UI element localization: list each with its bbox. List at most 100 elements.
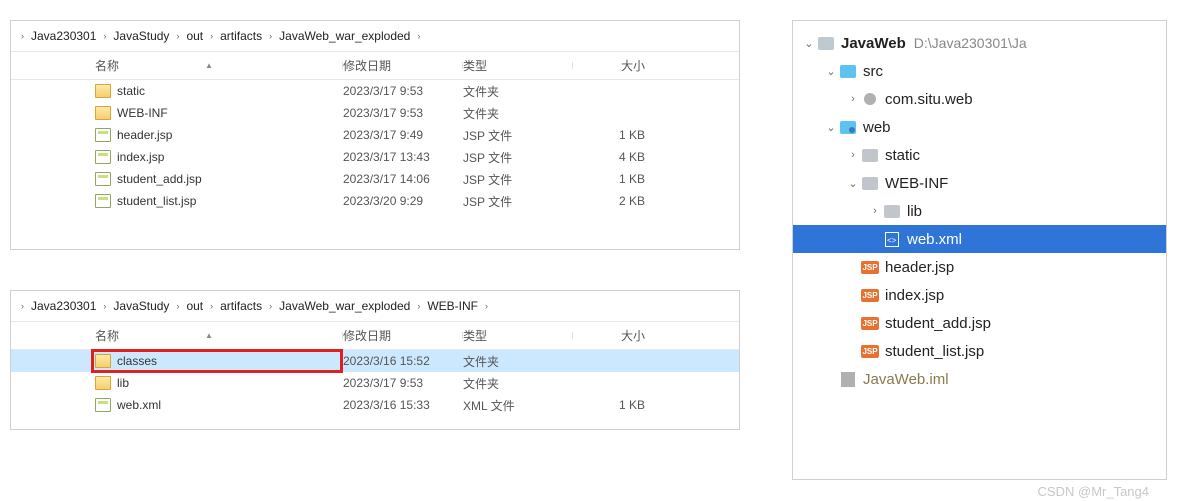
file-size: 2 KB xyxy=(573,194,653,208)
breadcrumb-item[interactable]: Java230301 xyxy=(27,27,100,45)
chevron-right-icon: › xyxy=(176,301,179,311)
chevron-right-icon: › xyxy=(176,31,179,41)
tree-node[interactable]: › com.situ.web xyxy=(793,85,1166,113)
table-row[interactable]: web.xml2023/3/16 15:33XML 文件1 KB xyxy=(11,394,739,416)
file-type: JSP 文件 xyxy=(463,171,573,188)
chevron-right-icon: › xyxy=(21,301,24,311)
column-header-name[interactable]: 名称▲ xyxy=(95,327,343,344)
tree-node-label: static xyxy=(885,147,920,164)
pkg-icon xyxy=(861,91,879,107)
folder-icon xyxy=(95,84,111,98)
column-header-size[interactable]: 大小 xyxy=(573,57,653,74)
file-date: 2023/3/16 15:52 xyxy=(343,354,463,368)
breadcrumb-item[interactable]: WEB-INF xyxy=(423,297,482,315)
module-icon xyxy=(817,35,835,51)
tree-node-label: com.situ.web xyxy=(885,91,973,108)
tree-node[interactable]: ›lib xyxy=(793,197,1166,225)
breadcrumb-item[interactable]: JavaStudy xyxy=(109,297,173,315)
breadcrumb[interactable]: ›Java230301›JavaStudy›out›artifacts›Java… xyxy=(11,21,739,52)
chevron-right-icon[interactable]: › xyxy=(867,205,883,217)
chevron-right-icon[interactable]: › xyxy=(845,149,861,161)
breadcrumb[interactable]: ›Java230301›JavaStudy›out›artifacts›Java… xyxy=(11,291,739,322)
folder-icon xyxy=(95,354,111,368)
file-date: 2023/3/16 15:33 xyxy=(343,398,463,412)
column-header-size[interactable]: 大小 xyxy=(573,327,653,344)
jsp-icon xyxy=(95,128,111,142)
tree-node[interactable]: ⌄web xyxy=(793,113,1166,141)
file-type: 文件夹 xyxy=(463,105,573,122)
file-name: classes xyxy=(117,354,157,368)
chevron-right-icon: › xyxy=(269,31,272,41)
chevron-right-icon: › xyxy=(269,301,272,311)
file-name: student_list.jsp xyxy=(117,194,196,208)
file-type: JSP 文件 xyxy=(463,127,573,144)
breadcrumb-item[interactable]: Java230301 xyxy=(27,297,100,315)
table-row[interactable]: lib2023/3/17 9:53文件夹 xyxy=(11,372,739,394)
breadcrumb-item[interactable]: artifacts xyxy=(216,297,266,315)
tree-node-label: index.jsp xyxy=(885,287,944,304)
ide-project-tree: ⌄JavaWebD:\Java230301\Ja⌄src›com.situ.we… xyxy=(792,20,1167,480)
tree-node[interactable]: JSPheader.jsp xyxy=(793,253,1166,281)
column-header-type[interactable]: 类型 xyxy=(463,57,573,74)
tree-node[interactable]: › static xyxy=(793,141,1166,169)
file-date: 2023/3/17 9:53 xyxy=(343,376,463,390)
tree-node-label: JavaWeb xyxy=(841,35,906,52)
watermark-text: CSDN @Mr_Tang4 xyxy=(1038,484,1149,499)
chevron-right-icon: › xyxy=(417,31,420,41)
tree-node-label: student_list.jsp xyxy=(885,343,984,360)
table-row[interactable]: WEB-INF2023/3/17 9:53文件夹 xyxy=(11,102,739,124)
sort-indicator-icon: ▲ xyxy=(205,61,213,70)
tree-node[interactable]: JSPstudent_add.jsp xyxy=(793,309,1166,337)
table-row[interactable]: index.jsp2023/3/17 13:43JSP 文件4 KB xyxy=(11,146,739,168)
file-date: 2023/3/17 9:49 xyxy=(343,128,463,142)
tree-node[interactable]: JSPindex.jsp xyxy=(793,281,1166,309)
file-type: JSP 文件 xyxy=(463,193,573,210)
chevron-right-icon: › xyxy=(417,301,420,311)
chevron-down-icon[interactable]: ⌄ xyxy=(845,177,861,190)
jspf-icon: JSP xyxy=(861,343,879,359)
chevron-right-icon[interactable]: › xyxy=(845,93,861,105)
file-type: JSP 文件 xyxy=(463,149,573,166)
chevron-right-icon: › xyxy=(21,31,24,41)
table-header[interactable]: 名称▲ 修改日期 类型 大小 xyxy=(11,52,739,80)
tree-node-path: D:\Java230301\Ja xyxy=(914,35,1027,51)
breadcrumb-item[interactable]: JavaWeb_war_exploded xyxy=(275,297,414,315)
tree-node[interactable]: ⌄src xyxy=(793,57,1166,85)
chevron-down-icon[interactable]: ⌄ xyxy=(823,65,839,78)
dir-icon xyxy=(861,147,879,163)
xml-icon xyxy=(95,398,111,412)
xmlf-icon xyxy=(883,231,901,247)
table-row[interactable]: student_list.jsp2023/3/20 9:29JSP 文件2 KB xyxy=(11,190,739,212)
table-row[interactable]: student_add.jsp2023/3/17 14:06JSP 文件1 KB xyxy=(11,168,739,190)
tree-node[interactable]: ⌄ JavaWeb D:\Java230301\Ja xyxy=(793,29,1166,57)
jsp-icon xyxy=(95,194,111,208)
table-header[interactable]: 名称▲ 修改日期 类型 大小 xyxy=(11,322,739,350)
breadcrumb-item[interactable]: out xyxy=(182,297,207,315)
column-header-type[interactable]: 类型 xyxy=(463,327,573,344)
breadcrumb-item[interactable]: out xyxy=(182,27,207,45)
tree-node[interactable]: JSP student_list.jsp xyxy=(793,337,1166,365)
column-header-date[interactable]: 修改日期 xyxy=(343,327,463,344)
file-name: index.jsp xyxy=(117,150,164,164)
file-list-table: 名称▲ 修改日期 类型 大小 classes2023/3/16 15:52文件夹… xyxy=(11,322,739,416)
tree-node[interactable]: web.xml xyxy=(793,225,1166,253)
breadcrumb-item[interactable]: JavaStudy xyxy=(109,27,173,45)
tree-node[interactable]: ⌄WEB-INF xyxy=(793,169,1166,197)
chevron-right-icon: › xyxy=(103,31,106,41)
chevron-right-icon: › xyxy=(210,31,213,41)
table-row[interactable]: classes2023/3/16 15:52文件夹 xyxy=(11,350,739,372)
breadcrumb-item[interactable]: JavaWeb_war_exploded xyxy=(275,27,414,45)
column-header-name[interactable]: 名称▲ xyxy=(95,57,343,74)
table-row[interactable]: static2023/3/17 9:53文件夹 xyxy=(11,80,739,102)
file-list-table: 名称▲ 修改日期 类型 大小 static2023/3/17 9:53文件夹WE… xyxy=(11,52,739,212)
chevron-down-icon[interactable]: ⌄ xyxy=(801,37,817,50)
folder-icon xyxy=(95,376,111,390)
web-icon xyxy=(839,119,857,135)
column-header-date[interactable]: 修改日期 xyxy=(343,57,463,74)
chevron-down-icon[interactable]: ⌄ xyxy=(823,121,839,134)
tree-node[interactable]: JavaWeb.iml xyxy=(793,365,1166,393)
table-row[interactable]: header.jsp2023/3/17 9:49JSP 文件1 KB xyxy=(11,124,739,146)
breadcrumb-item[interactable]: artifacts xyxy=(216,27,266,45)
file-name: static xyxy=(117,84,145,98)
file-name: WEB-INF xyxy=(117,106,168,120)
